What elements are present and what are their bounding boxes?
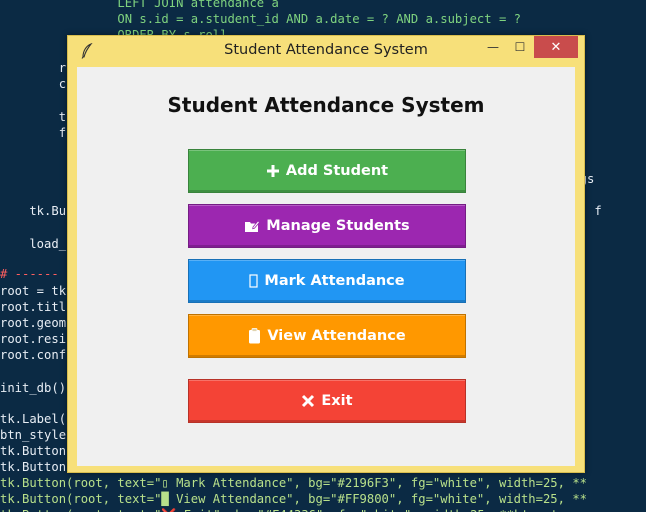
- view-attendance-button[interactable]: View Attendance: [188, 314, 466, 358]
- mark-attendance-label: Mark Attendance: [264, 273, 405, 289]
- manage-students-button[interactable]: Manage Students: [188, 204, 466, 248]
- folder-edit-icon: [244, 219, 261, 233]
- code-line: r: [0, 61, 67, 75]
- x-mark-icon: [301, 394, 315, 408]
- add-student-label: Add Student: [285, 163, 389, 179]
- manage-students-label: Manage Students: [266, 218, 410, 234]
- code-line: root.conf: [0, 348, 67, 362]
- minimize-icon: —: [487, 40, 499, 54]
- maximize-button[interactable]: ☐: [505, 36, 535, 58]
- code-line: tk.Button(root, text="❌ Exit", bg="#F443…: [0, 507, 558, 512]
- code-line: tk.Button(root, text="▯ Mark Attendance"…: [0, 476, 587, 490]
- code-line: root.geom: [0, 316, 67, 330]
- app-window: Student Attendance System — ☐ ✕ Student …: [67, 35, 585, 473]
- close-icon: ✕: [550, 39, 562, 55]
- maximize-icon: ☐: [514, 40, 526, 54]
- code-line: load_: [0, 237, 67, 251]
- mark-attendance-button[interactable]: Mark Attendance: [188, 259, 466, 303]
- code-line: # ------: [0, 267, 59, 281]
- code-line: LEFT JOIN attendance a: [0, 0, 279, 10]
- code-line: root.titl: [0, 300, 67, 314]
- code-line: init_db(): [0, 381, 67, 395]
- view-attendance-label: View Attendance: [267, 328, 406, 344]
- code-line: ON s.id = a.student_id AND a.date = ? AN…: [0, 12, 521, 26]
- close-button[interactable]: ✕: [534, 36, 578, 58]
- title-bar[interactable]: Student Attendance System — ☐ ✕: [68, 36, 584, 66]
- code-line: f: [0, 126, 67, 140]
- code-line: c: [0, 77, 67, 91]
- main-panel: Student Attendance System Add Student Ma…: [77, 67, 575, 466]
- minimize-button[interactable]: —: [478, 36, 508, 58]
- page-title: Student Attendance System: [167, 93, 485, 117]
- code-line: root.resi: [0, 332, 67, 346]
- missing-glyph-icon: [249, 274, 258, 288]
- exit-button[interactable]: Exit: [188, 379, 466, 423]
- code-line: btn_style: [0, 428, 67, 442]
- code-line: tk.Button(root, text="█ View Attendance"…: [0, 492, 587, 506]
- code-line: root = tk: [0, 284, 67, 298]
- add-student-button[interactable]: Add Student: [188, 149, 466, 193]
- clipboard-icon: [248, 328, 261, 344]
- code-line: t: [0, 110, 67, 124]
- plus-icon: [266, 164, 280, 178]
- exit-label: Exit: [321, 393, 353, 409]
